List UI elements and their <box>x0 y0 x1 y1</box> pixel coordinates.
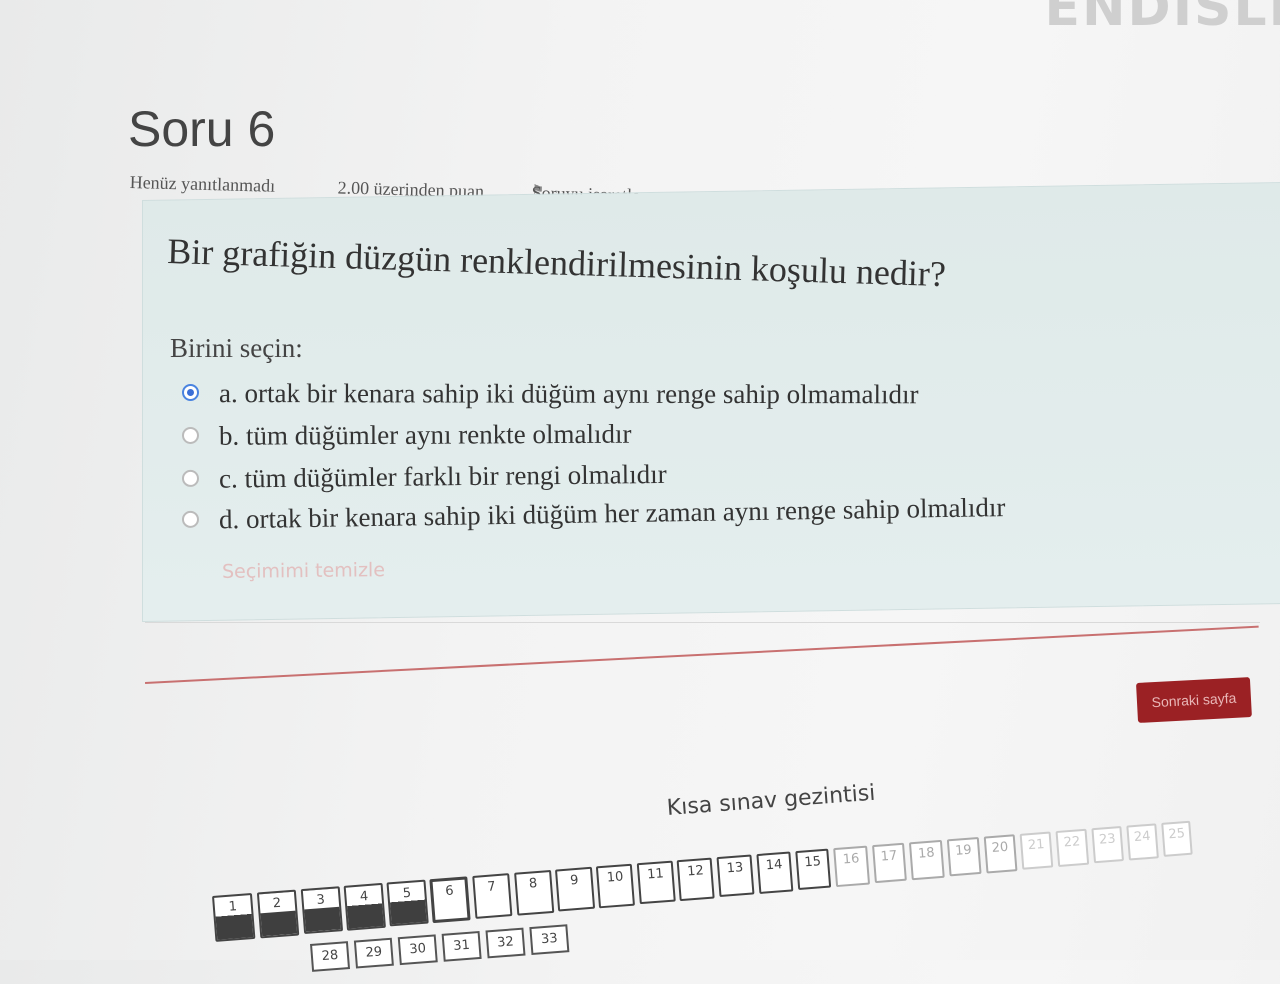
answer-option-a[interactable]: a. ortak bir kenara sahip iki düğüm aynı… <box>182 378 919 410</box>
quiz-nav-button-23[interactable]: 23 <box>1091 826 1124 863</box>
quiz-nav-button-21[interactable]: 21 <box>1020 831 1054 869</box>
quiz-nav-button-2[interactable]: 2 <box>256 890 299 938</box>
quiz-nav-button-13[interactable]: 13 <box>717 855 755 898</box>
quiz-navigation-title: Kısa sınav gezintisi <box>666 781 876 821</box>
quiz-nav-button-31[interactable]: 31 <box>442 931 482 962</box>
quiz-nav-button-30[interactable]: 30 <box>398 934 438 965</box>
answer-option-c[interactable]: c. tüm düğümler farklı bir rengi olmalıd… <box>182 459 667 495</box>
quiz-nav-button-15[interactable]: 15 <box>795 849 832 890</box>
accent-divider <box>145 626 1259 684</box>
quiz-nav-button-17[interactable]: 17 <box>872 843 908 883</box>
site-brand-fragment: ENDİSLİ <box>1045 0 1280 38</box>
quiz-nav-button-9[interactable]: 9 <box>555 867 595 912</box>
quiz-nav-button-19[interactable]: 19 <box>947 837 982 876</box>
quiz-nav-button-11[interactable]: 11 <box>637 861 676 905</box>
quiz-nav-button-6[interactable]: 6 <box>430 876 471 922</box>
question-status: Henüz yanıtlanmadı <box>129 172 275 197</box>
quiz-navigation-row: 1234567891011121314151617181920212223242… <box>212 819 1214 956</box>
answer-option-label: c. tüm düğümler farklı bir rengi olmalıd… <box>219 459 667 494</box>
answer-option-label: a. ortak bir kenara sahip iki düğüm aynı… <box>219 378 919 409</box>
quiz-nav-button-18[interactable]: 18 <box>909 840 944 880</box>
question-number: Soru 6 <box>128 100 275 158</box>
quiz-nav-button-25[interactable]: 25 <box>1161 821 1193 857</box>
quiz-nav-button-22[interactable]: 22 <box>1056 829 1089 867</box>
quiz-nav-button-3[interactable]: 3 <box>300 886 342 934</box>
next-page-button[interactable]: Sonraki sayfa <box>1136 677 1252 723</box>
quiz-nav-button-20[interactable]: 20 <box>983 834 1017 873</box>
clear-selection-link[interactable]: Seçimimi temizle <box>222 559 385 583</box>
quiz-nav-button-8[interactable]: 8 <box>514 870 554 915</box>
quiz-nav-button-16[interactable]: 16 <box>834 846 870 887</box>
quiz-nav-button-29[interactable]: 29 <box>354 938 394 969</box>
quiz-nav-button-14[interactable]: 14 <box>756 852 793 894</box>
radio-b[interactable] <box>182 427 199 444</box>
answer-option-b[interactable]: b. tüm düğümler aynı renkte olmalıdır <box>182 419 632 452</box>
radio-a[interactable] <box>182 384 199 401</box>
quiz-nav-button-32[interactable]: 32 <box>485 928 525 959</box>
radio-c[interactable] <box>182 470 199 487</box>
quiz-nav-button-7[interactable]: 7 <box>472 873 512 919</box>
radio-d[interactable] <box>182 511 199 528</box>
quiz-nav-button-33[interactable]: 33 <box>529 924 569 955</box>
quiz-nav-button-10[interactable]: 10 <box>596 864 635 908</box>
quiz-nav-button-4[interactable]: 4 <box>344 883 386 930</box>
answer-option-label: b. tüm düğümler aynı renkte olmalıdır <box>219 419 632 451</box>
quiz-nav-button-28[interactable]: 28 <box>310 941 350 972</box>
answer-prompt: Birini seçin: <box>170 333 303 364</box>
quiz-nav-button-24[interactable]: 24 <box>1127 823 1159 860</box>
quiz-nav-button-12[interactable]: 12 <box>677 858 715 901</box>
quiz-nav-button-5[interactable]: 5 <box>387 880 428 927</box>
section-divider <box>145 622 1260 623</box>
quiz-nav-button-1[interactable]: 1 <box>212 893 255 942</box>
